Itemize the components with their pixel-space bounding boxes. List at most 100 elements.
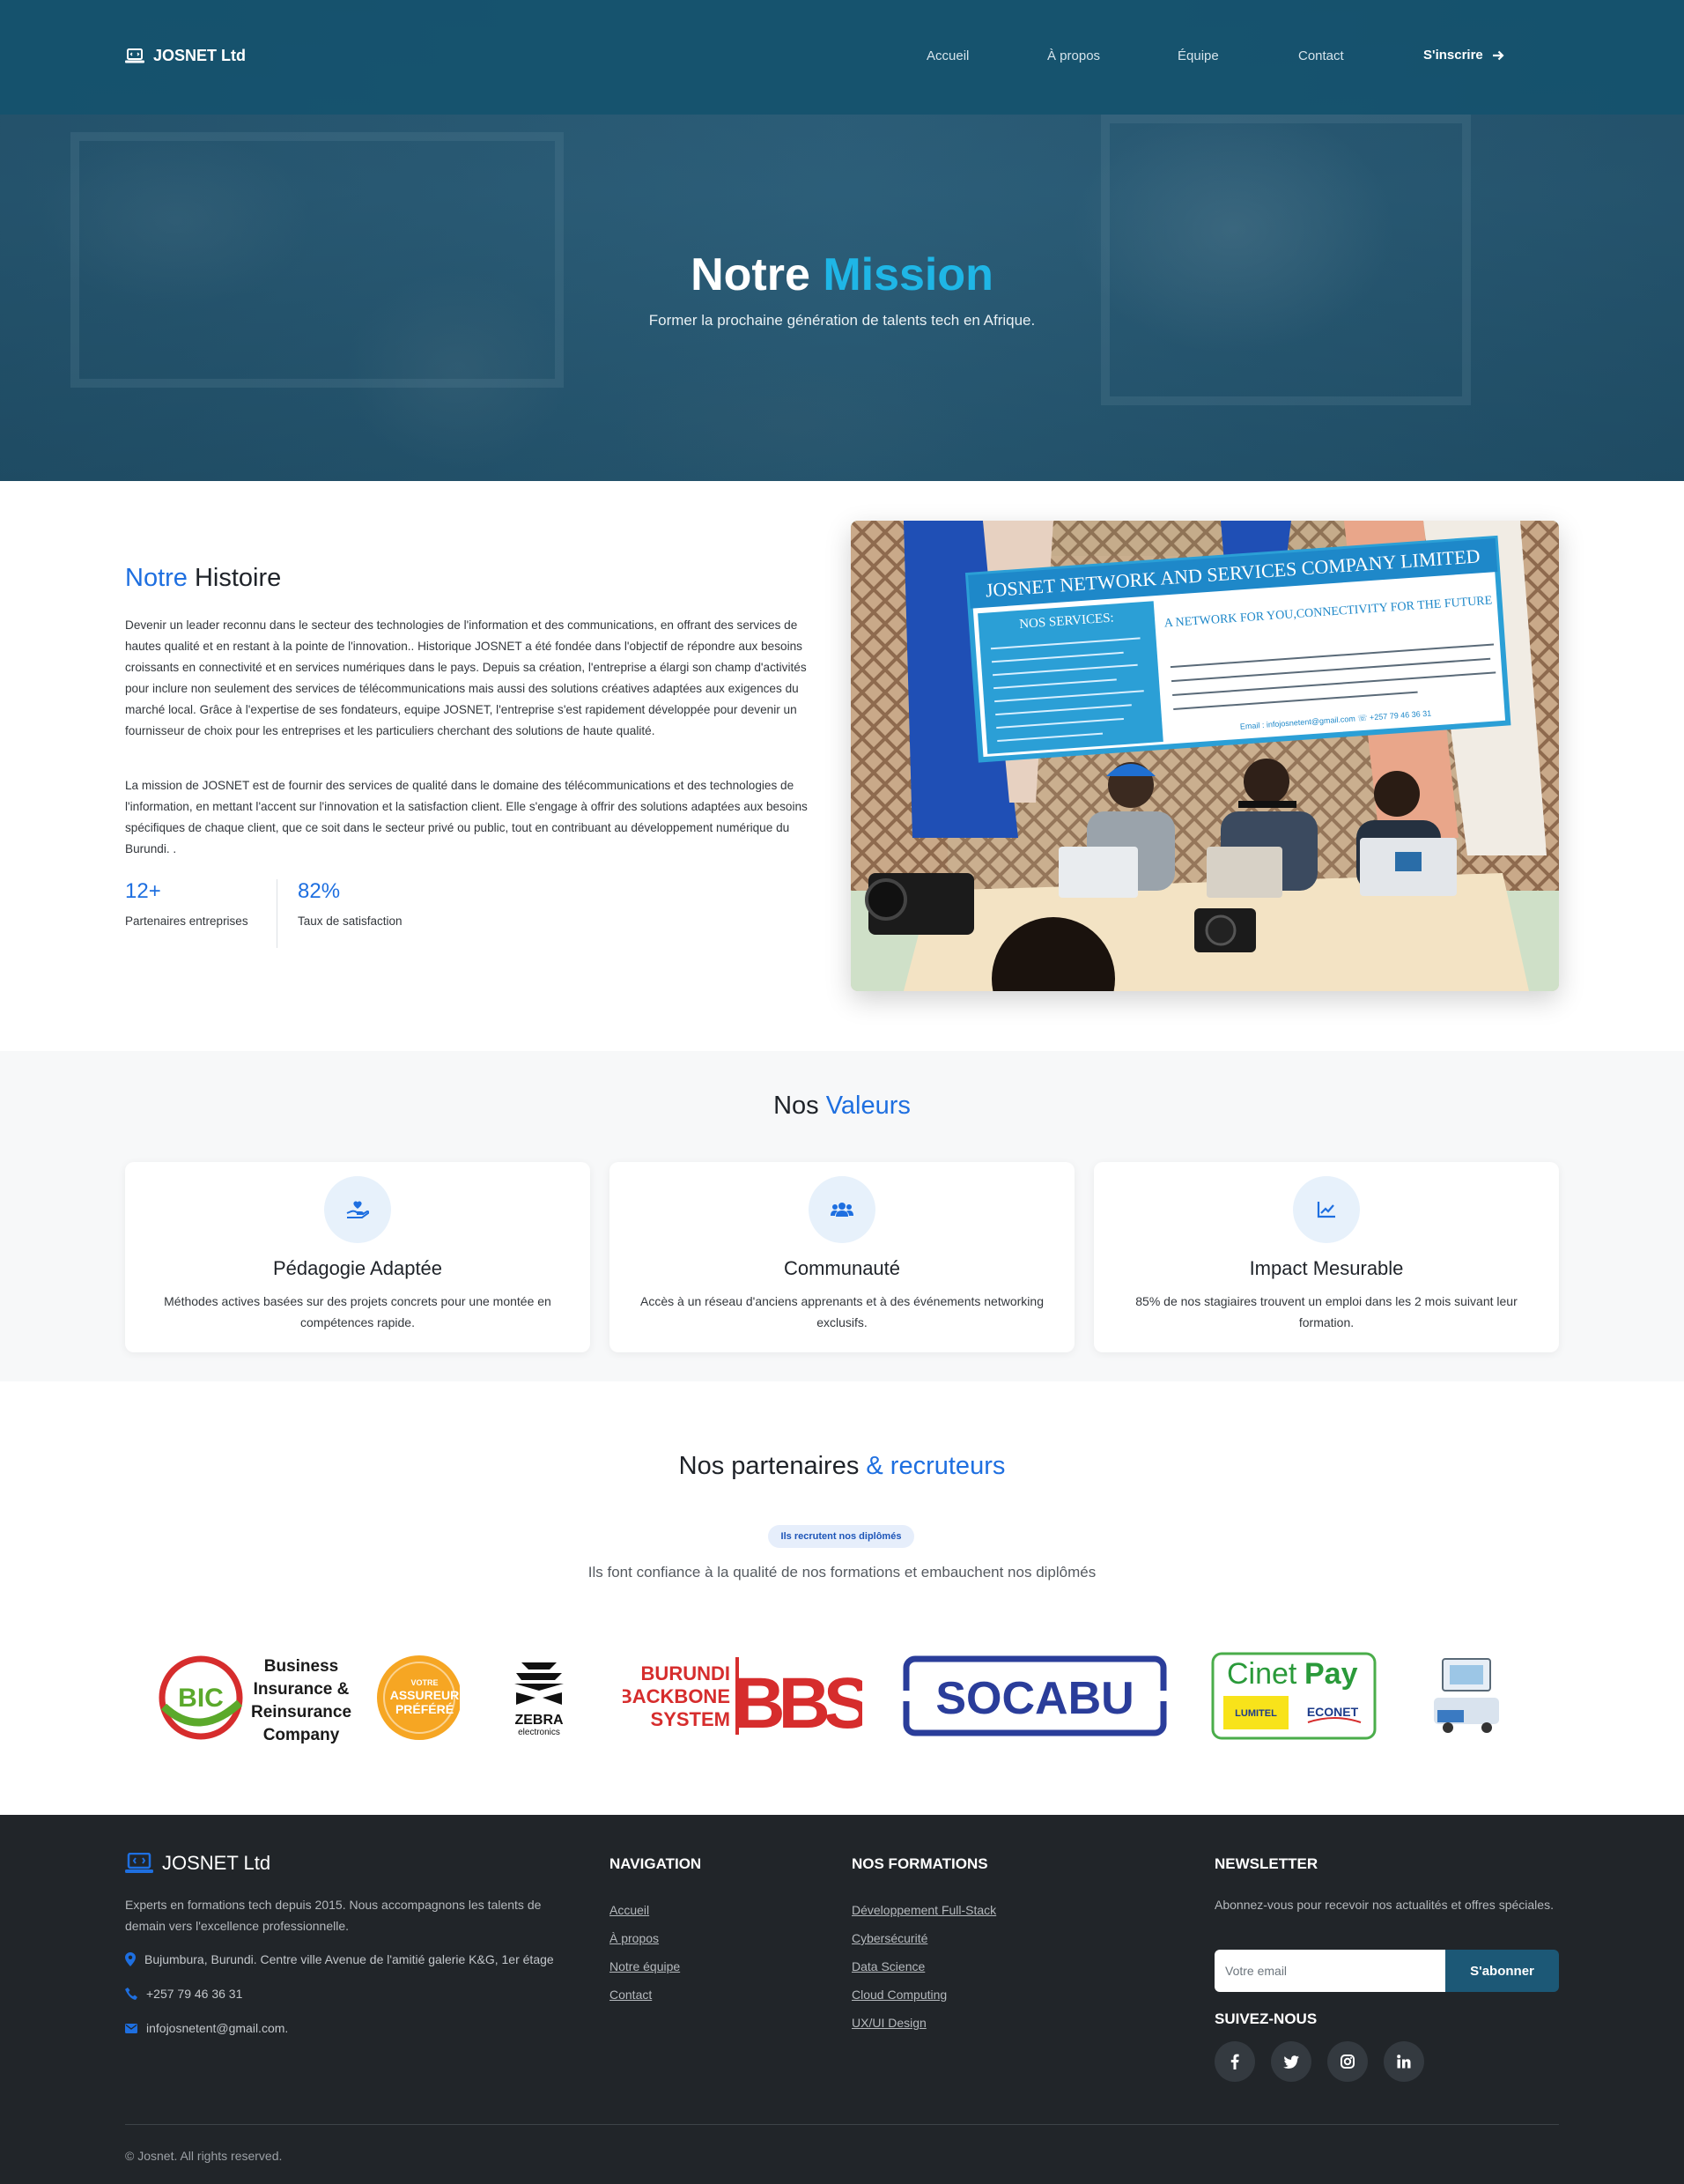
- footer-link-equipe[interactable]: Notre équipe: [609, 1959, 680, 1973]
- value-card-title: Impact Mesurable: [1249, 1257, 1404, 1279]
- hero-title-accent: Mission: [823, 249, 993, 300]
- value-card-text: Méthodes actives basées sur des projets …: [164, 1294, 551, 1329]
- partner-logo-socabu[interactable]: SOCABU: [901, 1652, 1172, 1744]
- bic-badge-top: VOTRE: [410, 1678, 438, 1687]
- brand-logo[interactable]: JOSNET Ltd: [125, 47, 246, 65]
- value-card-pedagogie: Pédagogie Adaptée Méthodes actives basée…: [125, 1162, 590, 1352]
- histoire-title: Notre Histoire: [125, 564, 281, 593]
- nav-link-a-propos[interactable]: À propos: [1047, 48, 1100, 63]
- partenaires-section: Nos partenaires & recruteurs Ils recrute…: [0, 1381, 1684, 1815]
- phone-icon: [125, 1988, 137, 2000]
- cinetpay-name-a: Cinet: [1227, 1657, 1297, 1691]
- footer-link-fullstack[interactable]: Développement Full-Stack: [852, 1903, 996, 1917]
- bbs-line: SYSTEM: [651, 1708, 730, 1730]
- bic-line: Insurance &: [254, 1680, 350, 1699]
- partner-logo-zebra[interactable]: ZEBRA electronics: [495, 1652, 583, 1744]
- cinetpay-logo: Cinet Pay LUMITEL ECONET: [1211, 1652, 1377, 1740]
- footer-link-uxui[interactable]: UX/UI Design: [852, 2016, 927, 2030]
- footer-link-accueil[interactable]: Accueil: [609, 1903, 649, 1917]
- stat-label: Partenaires entreprises: [125, 914, 248, 928]
- partner-logo-cinetpay[interactable]: Cinet Pay LUMITEL ECONET: [1211, 1652, 1378, 1744]
- footer-email[interactable]: infojosnetent@gmail.com.: [125, 2021, 288, 2035]
- histoire-paragraph-2: La mission de JOSNET est de fournir des …: [125, 779, 808, 855]
- footer-newsletter-text: Abonnez-vous pour recevoir nos actualité…: [1215, 1898, 1554, 1912]
- instagram-icon: [1341, 2054, 1355, 2069]
- press-conference-illustration: JOSNET NETWORK AND SERVICES COMPANY LIMI…: [851, 521, 1559, 991]
- newsletter-email-input[interactable]: [1215, 1950, 1445, 1992]
- newsletter-subscribe-button[interactable]: S'abonner: [1445, 1950, 1559, 1992]
- footer-link-a-propos[interactable]: À propos: [609, 1931, 659, 1945]
- social-facebook-button[interactable]: [1215, 2041, 1255, 2082]
- partenaires-subtitle: Ils font confiance à la qualité de nos f…: [587, 1564, 1097, 1581]
- histoire-title-rest: Histoire: [194, 564, 282, 592]
- footer-link-cloud[interactable]: Cloud Computing: [852, 1988, 947, 2002]
- stat-satisfaction: 82% Taux de satisfaction: [298, 879, 403, 928]
- valeurs-section: Nos Valeurs Pédagogie Adaptée Méthodes a…: [0, 1051, 1684, 1381]
- bic-mark: BIC: [178, 1684, 224, 1713]
- valeurs-title-dark: Nos: [773, 1092, 819, 1120]
- bic-logo: BIC Business Insurance & Reinsurance Com…: [159, 1655, 462, 1744]
- footer-copyright: © Josnet. All rights reserved.: [125, 2149, 283, 2163]
- cinetpay-econet: ECONET: [1307, 1705, 1359, 1719]
- map-marker-icon: [125, 1952, 136, 1966]
- footer: JOSNET Ltd Experts en formations tech de…: [0, 1815, 1684, 2184]
- histoire-section: Notre Histoire Devenir un leader reconnu…: [0, 481, 1684, 1051]
- footer-brand-name: JOSNET Ltd: [162, 1852, 271, 1874]
- partenaires-title-dark: Nos partenaires: [678, 1452, 860, 1480]
- hero-title-part1: Notre: [691, 249, 810, 300]
- footer-brand[interactable]: JOSNET Ltd: [125, 1852, 270, 1875]
- footer-description: Experts en formations tech depuis 2015. …: [125, 1898, 542, 1933]
- cinetpay-lumitel: LUMITEL: [1235, 1708, 1277, 1719]
- footer-link-data-science[interactable]: Data Science: [852, 1959, 925, 1973]
- partner-logo-bic[interactable]: BIC Business Insurance & Reinsurance Com…: [155, 1652, 462, 1748]
- footer-link-contact[interactable]: Contact: [609, 1988, 652, 2002]
- hero-title: Notre Mission: [0, 248, 1684, 301]
- bic-line: Reinsurance: [251, 1703, 351, 1721]
- partner-small-logo: [1416, 1652, 1517, 1740]
- footer-email-text: infojosnetent@gmail.com.: [146, 2021, 289, 2035]
- value-icon-circle: [1293, 1176, 1360, 1243]
- bbs-logo: BURUNDI BACKBONE SYSTEM BBS: [618, 1652, 876, 1743]
- nav-link-contact[interactable]: Contact: [1298, 48, 1344, 63]
- bbs-line: BURUNDI: [641, 1662, 730, 1684]
- histoire-paragraph-1: Devenir un leader reconnu dans le secteu…: [125, 618, 807, 737]
- laptop-code-icon: [125, 1853, 153, 1873]
- stat-value: 12+: [125, 879, 161, 903]
- bic-badge-line2: PRÉFÉRÉ: [395, 1702, 454, 1716]
- footer-social-heading: SUIVEZ-NOUS: [1215, 2010, 1318, 2027]
- value-card-impact: Impact Mesurable 85% de nos stagiaires t…: [1094, 1162, 1559, 1352]
- value-card-communaute: Communauté Accès à un réseau d'anciens a…: [609, 1162, 1075, 1352]
- bic-line: Company: [263, 1726, 340, 1743]
- footer-address-text: Bujumbura, Burundi. Centre ville Avenue …: [144, 1952, 554, 1966]
- navbar: JOSNET Ltd Accueil À propos Équipe Conta…: [0, 0, 1684, 115]
- arrow-right-icon: [1492, 50, 1504, 60]
- valeurs-title: Nos Valeurs: [0, 1092, 1684, 1121]
- zebra-sub: electronics: [518, 1728, 560, 1737]
- partner-logo-bbs[interactable]: BURUNDI BACKBONE SYSTEM BBS: [618, 1652, 876, 1744]
- footer-link-cybersecurite[interactable]: Cybersécurité: [852, 1931, 927, 1945]
- nav-link-accueil[interactable]: Accueil: [927, 48, 969, 63]
- social-twitter-button[interactable]: [1271, 2041, 1311, 2082]
- chart-line-icon: [1317, 1202, 1335, 1218]
- social-instagram-button[interactable]: [1327, 2041, 1368, 2082]
- stat-label: Taux de satisfaction: [298, 914, 403, 928]
- partner-logo-small[interactable]: [1416, 1652, 1517, 1744]
- partenaires-title-blue: & recruteurs: [866, 1452, 1006, 1480]
- twitter-icon: [1283, 2054, 1299, 2069]
- histoire-photo: JOSNET NETWORK AND SERVICES COMPANY LIMI…: [851, 521, 1559, 991]
- nav-link-equipe[interactable]: Équipe: [1178, 48, 1219, 63]
- value-card-text: Accès à un réseau d'anciens apprenants e…: [640, 1294, 1044, 1329]
- signup-label: S'inscrire: [1423, 48, 1483, 63]
- social-linkedin-button[interactable]: [1384, 2041, 1424, 2082]
- signup-button[interactable]: S'inscrire: [1423, 48, 1504, 63]
- hand-holding-heart-icon: [346, 1201, 369, 1218]
- footer-divider: [125, 2124, 1559, 2125]
- footer-phone[interactable]: +257 79 46 36 31: [125, 1987, 242, 2001]
- valeurs-title-blue: Valeurs: [825, 1092, 911, 1120]
- value-icon-circle: [324, 1176, 391, 1243]
- brand-name: JOSNET Ltd: [153, 47, 247, 64]
- value-card-text: 85% de nos stagiaires trouvent un emploi…: [1135, 1294, 1518, 1329]
- footer-phone-text: +257 79 46 36 31: [146, 1987, 243, 2001]
- users-icon: [831, 1203, 853, 1217]
- value-icon-circle: [809, 1176, 875, 1243]
